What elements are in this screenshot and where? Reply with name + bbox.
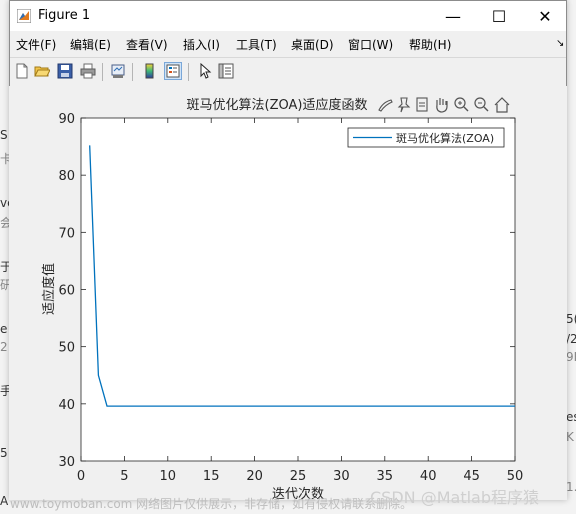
- pointer-icon[interactable]: [196, 62, 214, 80]
- legend-label: 斑马优化算法(ZOA): [396, 131, 494, 145]
- x-tick-label: 10: [160, 469, 177, 484]
- matlab-icon: [17, 9, 31, 23]
- minimize-button[interactable]: —: [430, 1, 476, 31]
- x-tick-label: 45: [463, 469, 480, 484]
- x-tick-label: 20: [246, 469, 263, 484]
- legend-icon[interactable]: [164, 62, 182, 80]
- bg-text-right-muted-3: 1.0K: [566, 480, 576, 494]
- y-tick-label: 40: [58, 398, 75, 413]
- x-tick-label: 25: [290, 469, 307, 484]
- y-tick-label: 90: [58, 112, 75, 127]
- rotate-icon[interactable]: [416, 97, 428, 112]
- maximize-button[interactable]: ☐: [476, 1, 522, 31]
- open-file-icon[interactable]: [33, 62, 51, 80]
- toolbar-separator: [102, 63, 103, 81]
- x-tick-label: 15: [203, 469, 220, 484]
- zoom-in-icon[interactable]: [454, 97, 469, 112]
- menu-file[interactable]: 文件(F): [16, 36, 56, 53]
- title-bar[interactable]: Figure 1 — ☐ ✕: [10, 1, 566, 31]
- close-button[interactable]: ✕: [522, 1, 568, 31]
- x-tick-label: 50: [507, 469, 524, 484]
- menu-insert[interactable]: 插入(I): [183, 36, 220, 53]
- x-tick-label: 30: [333, 469, 350, 484]
- bg-text-right-muted-1: 9K: [566, 350, 576, 364]
- y-tick-label: 80: [58, 169, 75, 184]
- x-tick-label: 5: [120, 469, 128, 484]
- menu-dock-arrow-icon[interactable]: ↘: [556, 38, 564, 49]
- menu-view[interactable]: 查看(V): [126, 36, 168, 53]
- y-tick-label: 60: [58, 284, 75, 299]
- axes-toolbar: [378, 97, 510, 113]
- property-editor-icon[interactable]: [217, 62, 235, 80]
- y-tick-label: 70: [58, 226, 75, 241]
- menu-desktop[interactable]: 桌面(D): [291, 36, 334, 53]
- pan-icon[interactable]: [436, 98, 448, 113]
- y-tick-label: 30: [58, 455, 75, 470]
- datatip-icon[interactable]: [397, 97, 411, 113]
- plot-area: 0 5 10 15 20 25 30 35 40 45 50 30 40 50 60 70 80 90 斑马优化算…: [41, 97, 524, 500]
- menu-help[interactable]: 帮助(H): [409, 36, 451, 53]
- watermark-right: CSDN @Matlab程序猿: [370, 488, 539, 507]
- print-icon[interactable]: [79, 62, 97, 80]
- save-icon[interactable]: [56, 62, 74, 80]
- menu-window[interactable]: 窗口(W): [348, 36, 393, 53]
- y-axis-label: 适应度值: [41, 263, 57, 315]
- menu-tools[interactable]: 工具(T): [236, 36, 277, 53]
- link-icon[interactable]: [109, 62, 127, 80]
- home-icon[interactable]: [494, 97, 510, 113]
- bg-text-right-muted-2: K: [566, 430, 574, 444]
- menu-edit[interactable]: 编辑(E): [70, 36, 111, 53]
- brush-icon[interactable]: [378, 99, 393, 112]
- x-tick-label: 0: [77, 469, 85, 484]
- bg-text-right-2: /2: [566, 332, 576, 346]
- legend[interactable]: 斑马优化算法(ZOA): [347, 127, 505, 148]
- window-title: Figure 1: [38, 8, 91, 23]
- figure-toolbar: [10, 57, 566, 87]
- toolbar-separator: [188, 63, 189, 81]
- figure-canvas: 0 5 10 15 20 25 30 35 40 45 50 30 40 50 60 70 80 90 斑马优化算…: [9, 86, 567, 500]
- zoom-out-icon[interactable]: [474, 97, 489, 112]
- colorbar-icon[interactable]: [141, 62, 159, 80]
- menu-bar: 文件(F) 编辑(E) 查看(V) 插入(I) 工具(T) 桌面(D) 窗口(W…: [10, 33, 566, 55]
- x-tick-label: 40: [420, 469, 437, 484]
- chart-title: 斑马优化算法(ZOA)适应度函数: [187, 97, 368, 113]
- y-tick-label: 50: [58, 341, 75, 356]
- bg-text-right-1: 5(: [566, 312, 576, 326]
- x-tick-label: 35: [377, 469, 394, 484]
- watermark-left: www.toymoban.com 网络图片仅供展示，非存储，如有侵权请联系删除。: [10, 497, 413, 511]
- toolbar-separator: [132, 63, 133, 81]
- bg-text-right-3: es: [566, 410, 576, 424]
- new-figure-icon[interactable]: [13, 62, 31, 80]
- axes-background[interactable]: [80, 117, 516, 462]
